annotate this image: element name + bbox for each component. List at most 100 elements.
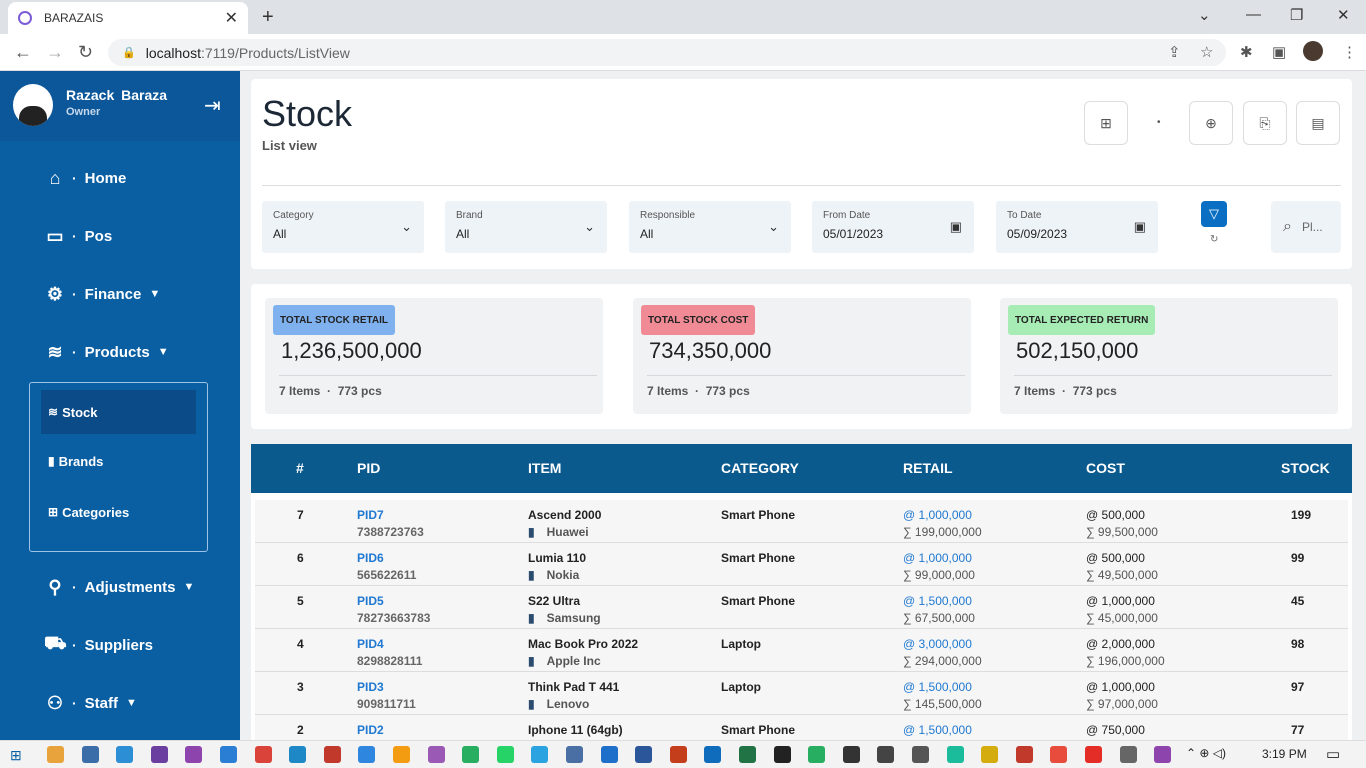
back-icon[interactable]: ←	[14, 42, 32, 63]
category-filter[interactable]: Category All ⌄	[262, 201, 424, 253]
restore-icon[interactable]: ❐	[1290, 6, 1303, 24]
sidebar-item-pos[interactable]: ▭ · Pos	[44, 221, 112, 251]
taskbar-app-icon[interactable]	[289, 746, 307, 763]
taskbar-app-icon[interactable]	[1050, 746, 1068, 763]
taskbar-app-icon[interactable]	[981, 746, 999, 763]
product-id-link[interactable]: PID3	[357, 680, 384, 694]
refresh-icon[interactable]: ↻	[1210, 234, 1218, 245]
table-row[interactable]: 2 PID2 Iphone 11 (64gb) Smart Phone @ 1,500,…	[255, 715, 1348, 740]
add-button[interactable]: ⊕	[1189, 101, 1233, 145]
search-input[interactable]: ⌕ Pl...	[1271, 201, 1341, 253]
column-header[interactable]: COST	[1086, 460, 1125, 476]
taskbar-app-icon[interactable]	[531, 746, 549, 763]
taskbar-app-icon[interactable]	[47, 746, 64, 763]
sidebar-item-adjustments[interactable]: ⚲ · Adjustments ▼	[44, 572, 194, 602]
taskbar-app-icon[interactable]	[254, 746, 272, 763]
forward-icon[interactable]: →	[46, 42, 64, 63]
taskbar-app-icon[interactable]	[358, 746, 376, 763]
taskbar-app-icon[interactable]	[704, 746, 722, 763]
grid-view-button[interactable]: ⊞	[1084, 101, 1128, 145]
stat-amount: 502,150,000	[1016, 338, 1139, 363]
taskbar-app-icon[interactable]	[220, 746, 237, 763]
column-header[interactable]: PID	[357, 460, 380, 476]
product-id-link[interactable]: PID6	[357, 551, 384, 565]
reload-icon[interactable]: ↻	[78, 42, 93, 63]
table-row[interactable]: 6 PID6 565622611 Lumia 110 Smart Phone @ 1,00…	[255, 543, 1348, 586]
product-id-link[interactable]: PID4	[357, 637, 384, 651]
browser-menu-icon[interactable]: ⋮	[1342, 43, 1357, 61]
taskbar-app-icon[interactable]	[116, 746, 134, 763]
tab-search-icon[interactable]: ⌄	[1198, 6, 1211, 24]
submenu-item-categories[interactable]: ⊞ Categories	[41, 490, 196, 534]
taskbar-app-icon[interactable]	[1085, 746, 1102, 763]
close-tab-icon[interactable]: ✕	[225, 8, 238, 28]
url-field[interactable]: 🔒 localhost:7119/Products/ListView	[108, 39, 1226, 66]
windows-start-icon[interactable]: ⊞	[10, 747, 22, 764]
submenu-item-stock[interactable]: ≋ Stock	[41, 390, 196, 434]
table-row[interactable]: 7 PID7 7388723763 Ascend 2000 Smart Phone @ 1…	[255, 500, 1348, 543]
taskbar-app-icon[interactable]	[912, 746, 929, 763]
notifications-icon[interactable]: ▭	[1326, 745, 1340, 763]
taskbar-app-icon[interactable]	[1015, 746, 1033, 763]
minimize-icon[interactable]: —	[1246, 6, 1261, 23]
taskbar-app-icon[interactable]	[393, 746, 410, 763]
column-header[interactable]: CATEGORY	[721, 460, 799, 476]
sidebar-item-staff[interactable]: ⚇ · Staff ▼	[44, 688, 137, 718]
browser-tab[interactable]: BARAZAIS ✕	[8, 2, 248, 34]
calendar-icon[interactable]: ▣	[950, 219, 962, 235]
close-window-icon[interactable]: ✕	[1337, 6, 1350, 24]
sidepanel-icon[interactable]: ▣	[1272, 43, 1286, 61]
share-icon[interactable]: ⇪	[1168, 43, 1181, 61]
submenu-item-brands[interactable]: ▮ Brands	[41, 439, 196, 483]
product-id-link[interactable]: PID7	[357, 508, 384, 522]
new-tab-icon[interactable]: +	[262, 6, 274, 29]
taskbar-app-icon[interactable]	[600, 746, 618, 763]
product-id-link[interactable]: PID5	[357, 594, 384, 608]
taskbar-app-icon[interactable]	[808, 746, 826, 763]
sidebar-item-products[interactable]: ≋ · Products ▼	[44, 337, 168, 367]
sidebar-item-home[interactable]: ⌂ · Home	[44, 163, 127, 193]
taskbar-app-icon[interactable]	[462, 746, 480, 763]
column-header[interactable]: STOCK	[1281, 460, 1330, 476]
taskbar-app-icon[interactable]	[877, 746, 895, 763]
bookmark-button[interactable]: ⎘	[1243, 101, 1287, 145]
clock[interactable]: 3:19 PM	[1262, 747, 1307, 761]
taskbar-app-icon[interactable]	[185, 746, 203, 763]
taskbar-app-icon[interactable]	[635, 746, 653, 763]
column-header[interactable]: ITEM	[528, 460, 561, 476]
taskbar-app-icon[interactable]	[842, 746, 860, 763]
column-header[interactable]: #	[296, 460, 304, 476]
sidebar-item-finance[interactable]: ⚙ · Finance ▼	[44, 279, 160, 309]
logout-icon[interactable]: ⇥	[204, 93, 221, 118]
taskbar-app-icon[interactable]	[773, 746, 791, 763]
responsible-filter[interactable]: Responsible All ⌄	[629, 201, 791, 253]
taskbar-app-icon[interactable]	[739, 746, 756, 763]
profile-avatar[interactable]	[1303, 41, 1323, 61]
table-row[interactable]: 5 PID5 78273663783 S22 Ultra Smart Phone @ 1,…	[255, 586, 1348, 629]
taskbar-app-icon[interactable]	[1154, 746, 1172, 763]
from-date-field[interactable]: From Date 05/01/2023 ▣	[812, 201, 974, 253]
taskbar-app-icon[interactable]	[150, 746, 168, 763]
taskbar-app-icon[interactable]	[946, 746, 964, 763]
taskbar-app-icon[interactable]	[669, 746, 687, 763]
product-id-link[interactable]: PID2	[357, 723, 384, 737]
table-row[interactable]: 4 PID4 8298828111 Mac Book Pro 2022 Laptop @ …	[255, 629, 1348, 672]
report-button[interactable]: ▤	[1296, 101, 1340, 145]
taskbar-app-icon[interactable]	[81, 746, 99, 763]
column-header[interactable]: RETAIL	[903, 460, 953, 476]
brand-filter[interactable]: Brand All ⌄	[445, 201, 607, 253]
extensions-icon[interactable]: ✱	[1240, 43, 1253, 61]
sidebar-item-suppliers[interactable]: ⛟ · Suppliers	[44, 630, 153, 660]
taskbar-app-icon[interactable]	[566, 746, 583, 763]
table-row[interactable]: 3 PID3 909811711 Think Pad T 441 Laptop @ 1,5…	[255, 672, 1348, 715]
taskbar-app-icon[interactable]	[323, 746, 341, 763]
system-tray[interactable]: ⌃ ⊕ ◁)	[1186, 746, 1226, 760]
calendar-icon[interactable]: ▣	[1134, 219, 1146, 235]
to-date-field[interactable]: To Date 05/09/2023 ▣	[996, 201, 1158, 253]
taskbar-app-icon[interactable]	[496, 746, 514, 763]
bookmark-star-icon[interactable]: ☆	[1200, 43, 1213, 61]
taskbar-app-icon[interactable]	[1119, 746, 1137, 763]
taskbar-app-icon[interactable]	[427, 746, 445, 763]
filter-value: All	[273, 227, 287, 241]
filter-button[interactable]: ▽	[1201, 201, 1227, 227]
